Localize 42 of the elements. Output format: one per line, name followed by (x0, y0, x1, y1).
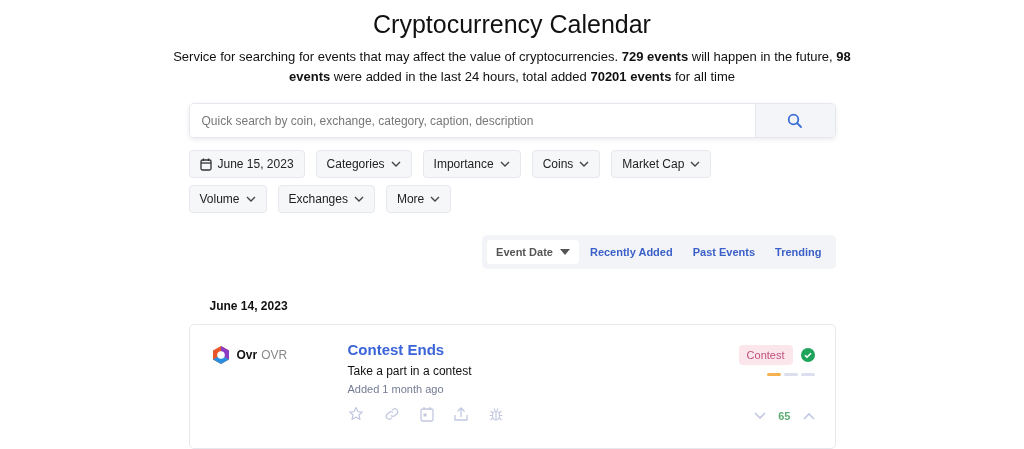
vote-down-icon[interactable] (754, 412, 767, 420)
filter-dropdown[interactable]: Exchanges (277, 185, 375, 213)
calendar-icon (199, 157, 212, 171)
filter-dropdown[interactable]: Categories (315, 150, 412, 178)
sort-tab[interactable]: Past Events (683, 240, 765, 264)
event-title-link[interactable]: Contest Ends (347, 341, 739, 358)
intro-text: Service for searching for events that may affect the value of cryptocurrencies. 729 events will happen in the future, 98 events were added in the last 24 hours, total added 70201 events for all time (172, 48, 852, 86)
date-picker-button[interactable]: June 15, 2023 (188, 150, 305, 178)
search-icon (787, 112, 803, 129)
chevron-down-icon (430, 196, 441, 202)
sort-tab[interactable]: Recently Added (580, 240, 682, 264)
filter-dropdown[interactable]: Volume (188, 185, 267, 213)
share-icon[interactable] (453, 406, 468, 422)
filter-dropdown[interactable]: Importance (422, 150, 521, 178)
calendar-icon[interactable] (419, 406, 434, 422)
vote-up-icon[interactable] (802, 412, 815, 420)
chevron-down-icon (245, 196, 256, 202)
event-description: Take a part in a contest (347, 364, 473, 378)
filter-dropdown[interactable]: Coins (531, 150, 601, 178)
search-field[interactable]: Quick search by coin, exchange, category, caption, description (188, 103, 836, 138)
sort-tab[interactable]: Trending (766, 240, 831, 264)
chevron-down-icon (390, 161, 401, 167)
chevron-down-icon (353, 196, 364, 202)
date-heading: June 14, 2023 (209, 299, 289, 313)
coin-name[interactable]: Ovr (236, 345, 258, 365)
vote-count: 65 (778, 410, 791, 422)
chevron-down-icon (499, 161, 510, 167)
category-tag[interactable]: Contest (738, 345, 793, 365)
star-icon[interactable] (347, 406, 364, 422)
coin-logo-icon (210, 345, 231, 365)
bug-icon[interactable] (487, 406, 504, 422)
filter-dropdown[interactable]: More (385, 185, 452, 213)
coin-symbol: OVR (261, 347, 288, 364)
search-button[interactable] (754, 104, 835, 137)
caret-icon (559, 249, 570, 255)
filter-dropdown[interactable]: Market Cap (611, 150, 712, 178)
added-time: Added 1 month ago (347, 383, 445, 395)
page-title: Cryptocurrency Calendar (372, 9, 652, 39)
chevron-down-icon (690, 161, 701, 167)
sort-tab[interactable]: Event Date (487, 240, 579, 264)
link-icon[interactable] (383, 406, 400, 422)
chevron-down-icon (579, 161, 590, 167)
